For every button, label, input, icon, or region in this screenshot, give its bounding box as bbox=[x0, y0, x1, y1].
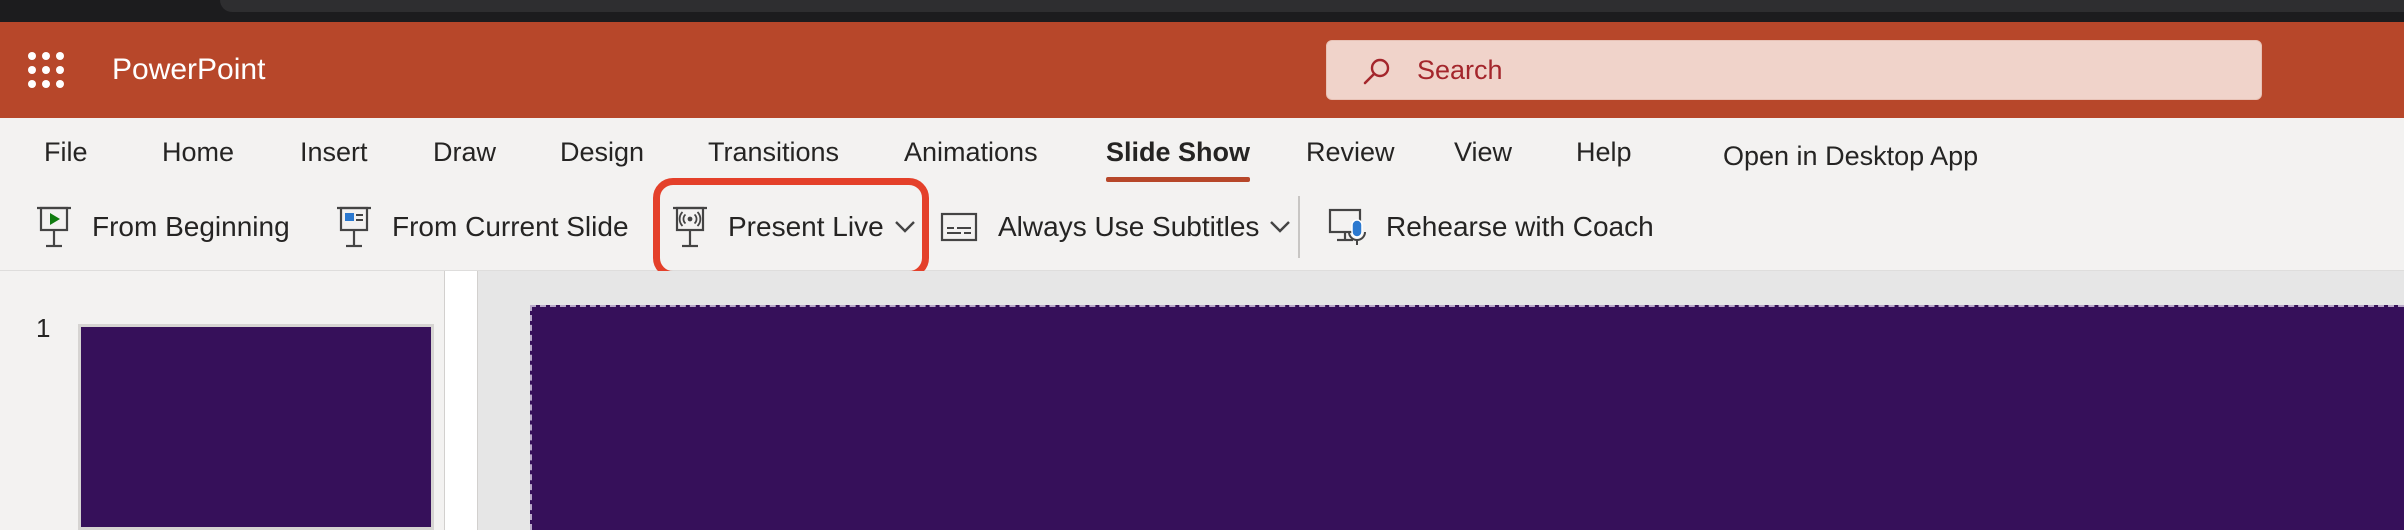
from-current-slide-button[interactable]: From Current Slide bbox=[334, 196, 629, 258]
ribbon: From Beginning From Current Slide Presen… bbox=[0, 184, 2404, 271]
slide-thumbnail[interactable] bbox=[78, 324, 434, 530]
thumbnail-scrollbar[interactable] bbox=[444, 271, 478, 530]
slide-editor-area bbox=[478, 271, 2404, 530]
chevron-down-icon[interactable] bbox=[894, 220, 916, 234]
search-input[interactable]: Search bbox=[1326, 40, 2262, 100]
tab-slide-show[interactable]: Slide Show bbox=[1106, 132, 1251, 182]
always-use-subtitles-label: Always Use Subtitles bbox=[998, 211, 1260, 242]
tab-file[interactable]: File bbox=[44, 132, 88, 172]
tab-insert[interactable]: Insert bbox=[300, 132, 368, 172]
present-live-label: Present Live bbox=[728, 211, 884, 242]
tab-animations[interactable]: Animations bbox=[904, 132, 1038, 172]
tab-home[interactable]: Home bbox=[162, 132, 234, 172]
rehearse-with-coach-label: Rehearse with Coach bbox=[1386, 211, 1654, 242]
browser-tab-area bbox=[220, 0, 2404, 12]
from-beginning-button[interactable]: From Beginning bbox=[34, 196, 290, 258]
title-bar: PowerPoint Search bbox=[0, 22, 2404, 118]
app-name[interactable]: PowerPoint bbox=[112, 48, 265, 92]
menu-bar: File Home Insert Draw Design Transitions… bbox=[0, 118, 2404, 184]
tab-design[interactable]: Design bbox=[560, 132, 644, 172]
browser-chrome-strip bbox=[0, 0, 2404, 22]
tab-help[interactable]: Help bbox=[1576, 132, 1632, 172]
play-from-start-icon bbox=[37, 206, 71, 248]
tab-draw[interactable]: Draw bbox=[433, 132, 496, 172]
tab-view[interactable]: View bbox=[1454, 132, 1512, 172]
current-slide-icon bbox=[337, 206, 371, 248]
present-live-icon bbox=[673, 206, 707, 248]
chevron-down-icon[interactable] bbox=[1269, 220, 1291, 234]
open-in-desktop-app-button[interactable]: Open in Desktop App bbox=[1723, 136, 1978, 176]
search-placeholder: Search bbox=[1417, 55, 1503, 85]
present-live-button[interactable]: Present Live bbox=[670, 196, 916, 258]
rehearse-coach-icon bbox=[1328, 208, 1366, 245]
rehearse-with-coach-button[interactable]: Rehearse with Coach bbox=[1328, 196, 1654, 258]
slide-thumbnail-pane: 1 bbox=[0, 271, 478, 530]
app-launcher-icon[interactable] bbox=[28, 52, 64, 88]
slide-number: 1 bbox=[36, 313, 51, 343]
search-icon bbox=[1363, 58, 1390, 85]
tab-transitions[interactable]: Transitions bbox=[708, 132, 839, 172]
from-beginning-label: From Beginning bbox=[92, 211, 290, 242]
tab-review[interactable]: Review bbox=[1306, 132, 1395, 172]
always-use-subtitles-button[interactable]: Always Use Subtitles bbox=[940, 196, 1291, 258]
from-current-slide-label: From Current Slide bbox=[392, 211, 629, 242]
ribbon-divider bbox=[1298, 196, 1300, 258]
subtitles-icon bbox=[940, 212, 978, 242]
slide-canvas[interactable] bbox=[530, 305, 2404, 530]
